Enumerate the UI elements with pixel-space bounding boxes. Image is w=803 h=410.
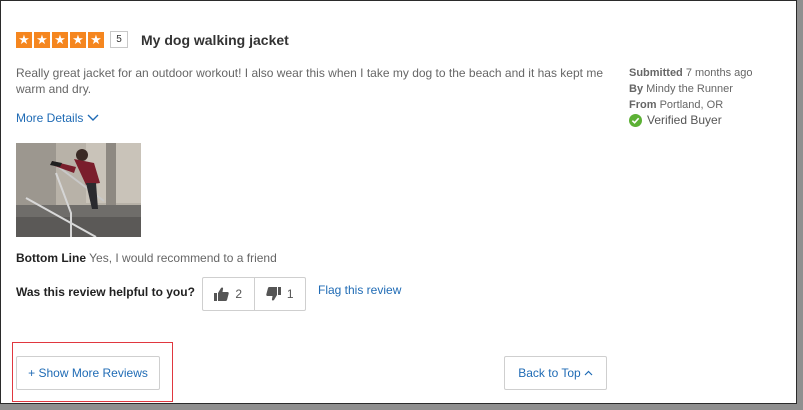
more-details-link[interactable]: More Details <box>16 111 99 125</box>
thumbs-down-button[interactable]: 1 <box>253 278 306 310</box>
thumbs-down-icon <box>266 287 281 301</box>
show-more-reviews-button[interactable]: + Show More Reviews <box>16 356 160 390</box>
verified-buyer-badge: Verified Buyer <box>629 113 722 127</box>
star-icon: ★ <box>52 31 68 48</box>
submitted-line: Submitted 7 months ago <box>629 67 753 79</box>
helpful-vote-group: 2 1 <box>202 277 306 311</box>
bottom-line: Bottom Line Yes, I would recommend to a … <box>16 251 277 265</box>
chevron-up-icon <box>584 370 593 376</box>
review-title: My dog walking jacket <box>141 32 289 48</box>
thumbs-up-count: 2 <box>235 287 243 301</box>
thumbs-down-count: 1 <box>286 287 294 301</box>
location-line: From Portland, OR <box>629 99 724 111</box>
review-body: Really great jacket for an outdoor worko… <box>16 66 603 96</box>
star-rating: ★ ★ ★ ★ ★ 5 <box>16 31 128 48</box>
review-photo[interactable] <box>16 143 141 237</box>
thumbs-up-icon <box>214 287 230 301</box>
thumbs-up-button[interactable]: 2 <box>203 278 254 310</box>
author-line: By Mindy the Runner <box>629 83 733 95</box>
chevron-down-icon <box>87 114 99 121</box>
verified-label: Verified Buyer <box>647 113 722 127</box>
star-icon: ★ <box>16 31 32 48</box>
star-icon: ★ <box>34 31 50 48</box>
star-icon: ★ <box>70 31 86 48</box>
review-meta: Submitted 7 months ago By Mindy the Runn… <box>629 65 753 113</box>
checkmark-icon <box>629 113 642 127</box>
more-details-label: More Details <box>16 111 84 125</box>
star-icon: ★ <box>88 31 104 48</box>
back-to-top-button[interactable]: Back to Top <box>504 356 607 390</box>
rating-number: 5 <box>110 31 128 48</box>
bottom-line-label: Bottom Line <box>16 251 86 265</box>
review-panel: ★ ★ ★ ★ ★ 5 My dog walking jacket Really… <box>0 0 797 404</box>
flag-review-link[interactable]: Flag this review <box>318 283 401 297</box>
back-to-top-label: Back to Top <box>518 366 581 380</box>
helpful-question: Was this review helpful to you? <box>16 285 195 299</box>
bottom-line-value: Yes, I would recommend to a friend <box>89 251 277 265</box>
